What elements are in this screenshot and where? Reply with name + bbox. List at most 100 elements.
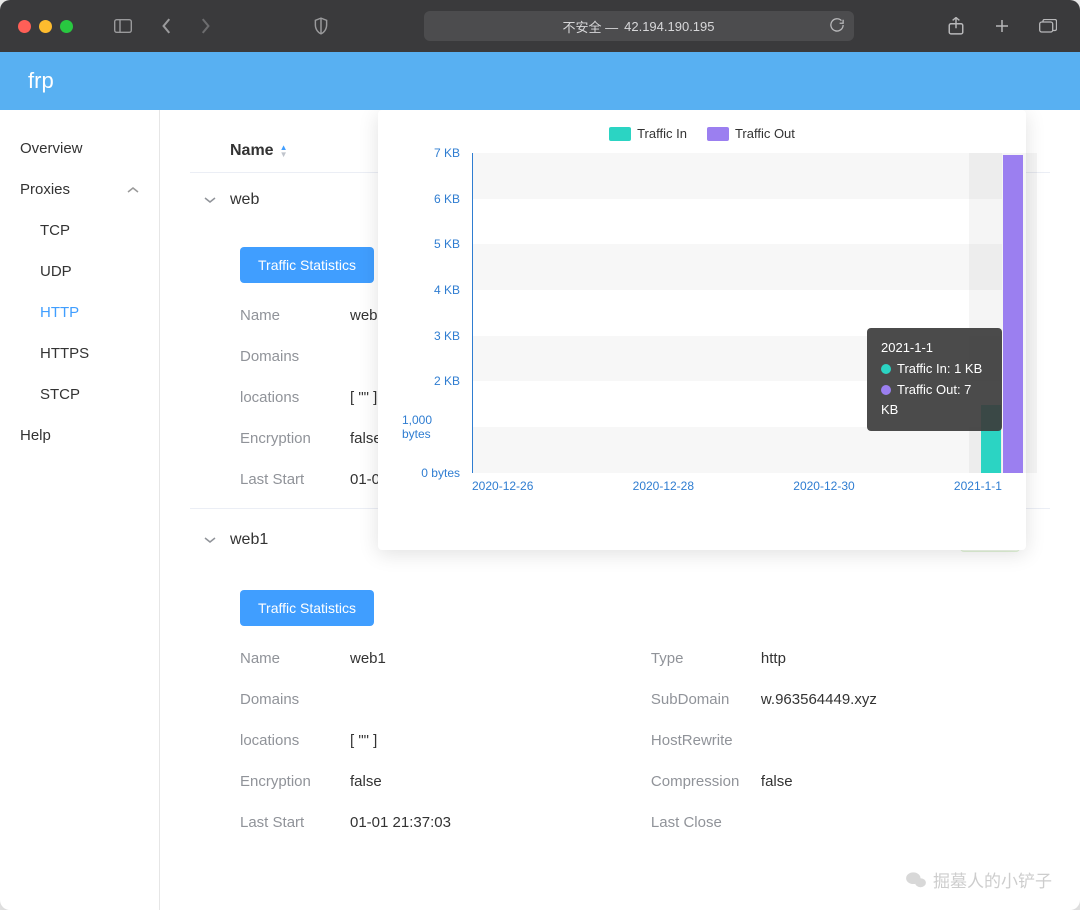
address-prefix: 不安全 —	[563, 17, 619, 36]
y-tick: 0 bytes	[421, 466, 460, 480]
legend-traffic-in[interactable]: Traffic In	[609, 126, 687, 141]
tooltip-in-text: Traffic In: 1 KB	[897, 361, 982, 376]
sidebar-stcp-label: STCP	[40, 386, 80, 403]
proxy-name: web	[230, 191, 370, 209]
sidebar-item-help[interactable]: Help	[0, 415, 159, 456]
safari-window: 不安全 — 42.194.190.195 frp Overview Proxie…	[0, 0, 1080, 910]
tabs-overview-icon[interactable]	[1034, 12, 1062, 40]
shield-icon[interactable]	[307, 12, 335, 40]
legend-in-label: Traffic In	[637, 126, 687, 141]
table-row: web1 80 0 0 bytes 0 bytes online Traffic…	[190, 508, 1050, 851]
tooltip-out-text: Traffic Out: 7 KB	[881, 382, 971, 418]
sidebar-toggle-icon[interactable]	[109, 12, 137, 40]
tooltip-date: 2021-1-1	[881, 338, 988, 359]
detail-type-label: Type	[651, 650, 761, 667]
sidebar-item-http[interactable]: HTTP	[0, 292, 159, 333]
minimize-window-button[interactable]	[39, 20, 52, 33]
maximize-window-button[interactable]	[60, 20, 73, 33]
close-window-button[interactable]	[18, 20, 31, 33]
detail-locations-value: [ "" ]	[350, 732, 377, 749]
x-tick: 2020-12-30	[793, 479, 854, 493]
watermark-text: 掘墓人的小铲子	[933, 867, 1052, 892]
name-header-label: Name	[230, 142, 274, 160]
sidebar-help-label: Help	[20, 427, 51, 444]
detail-compression-label: Compression	[651, 773, 761, 790]
share-icon[interactable]	[942, 12, 970, 40]
wechat-icon	[905, 871, 927, 889]
traffic-lights	[18, 20, 73, 33]
sidebar-https-label: HTTPS	[40, 345, 89, 362]
chart-plot-area: 0 bytes 1,000 bytes 2 KB 3 KB 4 KB 5 KB …	[472, 153, 1002, 513]
row-expanded: Traffic Statistics Nameweb1 Domains loca…	[190, 570, 1050, 851]
tooltip-in-dot	[881, 364, 891, 374]
watermark: 掘墓人的小铲子	[905, 867, 1052, 892]
detail-subdomain-label: SubDomain	[651, 691, 761, 708]
new-tab-icon[interactable]	[988, 12, 1016, 40]
detail-name-value: web	[350, 307, 378, 324]
sidebar-udp-label: UDP	[40, 263, 72, 280]
detail-name-label: Name	[240, 650, 350, 667]
traffic-chart-panel: Traffic In Traffic Out 0 bytes 1,000 byt…	[378, 110, 1026, 550]
x-tick: 2020-12-26	[472, 479, 533, 493]
traffic-statistics-button[interactable]: Traffic Statistics	[240, 247, 374, 283]
address-text: 42.194.190.195	[624, 19, 714, 34]
detail-subdomain-value: w.963564449.xyz	[761, 691, 877, 708]
sidebar-overview-label: Overview	[20, 140, 83, 157]
x-tick: 2021-1-1	[954, 479, 1002, 493]
detail-type-value: http	[761, 650, 786, 667]
column-name-header[interactable]: Name ▲▼	[230, 142, 370, 160]
detail-encryption-value: false	[350, 430, 382, 447]
address-bar[interactable]: 不安全 — 42.194.190.195	[424, 11, 854, 41]
sidebar-item-proxies[interactable]: Proxies	[0, 169, 159, 210]
y-tick: 2 KB	[434, 374, 460, 388]
detail-last-start-value: 01-01 21:37:03	[350, 814, 451, 831]
browser-titlebar: 不安全 — 42.194.190.195	[0, 0, 1080, 52]
sidebar-item-stcp[interactable]: STCP	[0, 374, 159, 415]
chart-tooltip: 2021-1-1 Traffic In: 1 KB Traffic Out: 7…	[867, 328, 1002, 431]
chart-legend: Traffic In Traffic Out	[402, 126, 1002, 141]
detail-domains-label: Domains	[240, 691, 350, 708]
x-tick: 2020-12-28	[633, 479, 694, 493]
detail-last-start-label: Last Start	[240, 471, 350, 488]
sidebar-item-overview[interactable]: Overview	[0, 128, 159, 169]
sidebar-tcp-label: TCP	[40, 222, 70, 239]
detail-encryption-label: Encryption	[240, 773, 350, 790]
detail-last-close-label: Last Close	[651, 814, 761, 831]
sort-icon[interactable]: ▲▼	[280, 144, 288, 158]
chart-bar[interactable]	[1003, 155, 1023, 473]
detail-hostrewrite-label: HostRewrite	[651, 732, 761, 749]
legend-traffic-out[interactable]: Traffic Out	[707, 126, 795, 141]
y-tick: 3 KB	[434, 329, 460, 343]
traffic-statistics-button[interactable]: Traffic Statistics	[240, 590, 374, 626]
reload-icon[interactable]	[830, 18, 844, 35]
app-title: frp	[28, 68, 54, 94]
expand-toggle[interactable]	[190, 196, 230, 204]
expand-toggle[interactable]	[190, 536, 230, 544]
detail-domains-label: Domains	[240, 348, 350, 365]
y-tick: 7 KB	[434, 146, 460, 160]
x-axis: 2020-12-26 2020-12-28 2020-12-30 2021-1-…	[472, 479, 1002, 493]
app-header: frp	[0, 52, 1080, 110]
detail-encryption-label: Encryption	[240, 430, 350, 447]
detail-compression-value: false	[761, 773, 793, 790]
sidebar-item-udp[interactable]: UDP	[0, 251, 159, 292]
sidebar-item-tcp[interactable]: TCP	[0, 210, 159, 251]
y-tick: 1,000 bytes	[402, 413, 460, 441]
proxy-name: web1	[230, 531, 370, 549]
back-button[interactable]	[153, 12, 181, 40]
detail-locations-label: locations	[240, 732, 350, 749]
detail-encryption-value: false	[350, 773, 382, 790]
forward-button[interactable]	[191, 12, 219, 40]
detail-name-label: Name	[240, 307, 350, 324]
sidebar-http-label: HTTP	[40, 304, 79, 321]
y-tick: 6 KB	[434, 192, 460, 206]
tooltip-out-dot	[881, 385, 891, 395]
detail-name-value: web1	[350, 650, 386, 667]
detail-locations-value: [ "" ]	[350, 389, 377, 406]
y-tick: 4 KB	[434, 283, 460, 297]
y-tick: 5 KB	[434, 237, 460, 251]
legend-out-label: Traffic Out	[735, 126, 795, 141]
y-axis: 0 bytes 1,000 bytes 2 KB 3 KB 4 KB 5 KB …	[402, 153, 462, 473]
sidebar-item-https[interactable]: HTTPS	[0, 333, 159, 374]
detail-locations-label: locations	[240, 389, 350, 406]
